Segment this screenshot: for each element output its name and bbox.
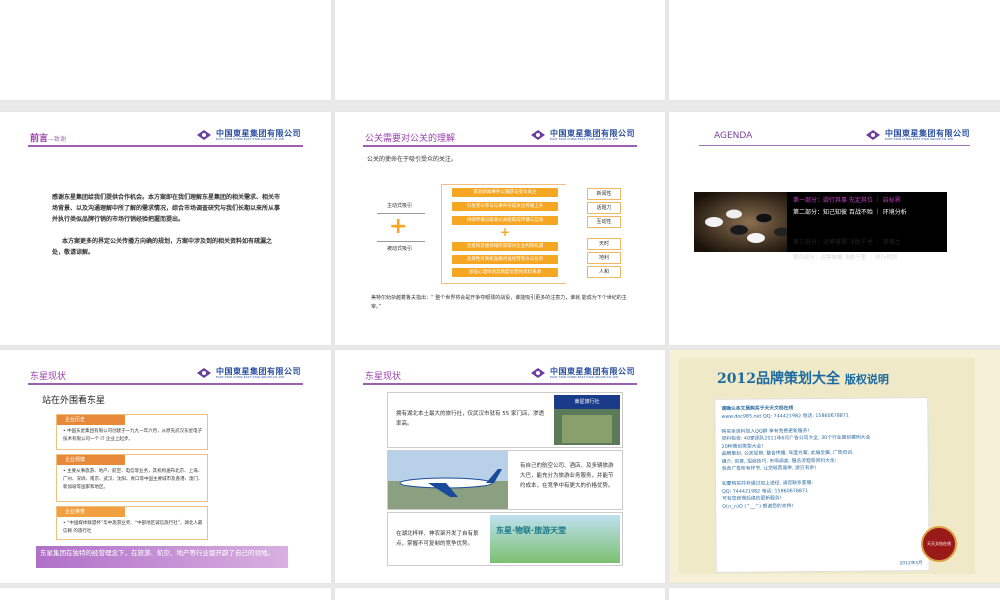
slide-copyright[interactable]: 2012品牌策划大全 版权说明 请确认本文是购买于天天文档在线 www.doc9…: [669, 350, 1000, 583]
honor-label: 企业荣誉: [57, 507, 125, 517]
star-logo-icon: [866, 130, 880, 140]
passive-attraction-label: 被动式吸引: [387, 246, 413, 252]
logo-subtext: EAST STAR CHINA EAST STAR GROUP CO.,LTD: [216, 136, 285, 141]
slide-status-overview[interactable]: 东星现状 中国東星集团有限公司 EAST STAR CHINA EAST STAR…: [0, 350, 331, 583]
logo-subtext: EAST STAR CHINA EAST STAR GROUP CO.,LTD: [216, 374, 285, 379]
attribute-box: 新闻性: [587, 188, 621, 200]
summary-banner-text: 东星集团在独特的经营理念下，在旅游、航空、地产等行业都开辟了自己的领地。: [40, 549, 274, 557]
header-divider: [363, 383, 637, 385]
advantage-row-1: 拥有湖北本土最大的旅行社，仅武汉市就有 55 家门店，渗透率高。 東星旅行社: [387, 392, 623, 448]
header-divider: [363, 145, 637, 147]
plus-icon: +: [389, 214, 408, 239]
company-logo: 中国東星集团有限公司 EAST STAR CHINA EAST STAR GROU…: [530, 367, 635, 379]
advantage-text-1: 拥有湖北本土最大的旅行社，仅武汉市就有 55 家门店，渗透率高。: [396, 411, 544, 427]
agenda-item-1[interactable]: 第一部分：欲行其事 先定其位 ｜ 启标界: [793, 195, 901, 204]
slide-title: AGENDA: [714, 131, 753, 141]
header-divider: [28, 145, 303, 147]
company-logo: 中国東星集团有限公司 EAST STAR CHINA EAST STAR GROU…: [530, 129, 635, 141]
advantage-row-3: 在湖北梓祥、神农架开发了自有景点，掌握不可复制的竞争优势。 东星·物联·旅游天堂: [387, 512, 623, 566]
advantage-row-2: 有自己的航空公司、酒店、及多辆旅游大巴，能充分为旅游业务服务，并能节约成本，在竞…: [387, 450, 623, 510]
section-heading: 站在外围看东星: [42, 396, 106, 406]
strategy-box: 引发受众参与与事件形成关注传播上升: [452, 202, 558, 211]
advantage-text-2: 有自己的航空公司、酒店、及多辆旅游大巴，能充分为旅游业务服务，并能节约成本，在竞…: [520, 463, 614, 489]
slide-bottom-middle[interactable]: [335, 588, 665, 600]
history-label: 企业历史: [57, 415, 125, 425]
slide-preface[interactable]: 前言—致谢 中国東星集团有限公司 EAST STAR CHINA EAST STA…: [0, 112, 331, 345]
theme-park-photo: 东星·物联·旅游天堂: [490, 515, 620, 563]
attribute-box: 人和: [587, 266, 621, 278]
slide-bottom-right[interactable]: [669, 588, 1000, 600]
company-logo: 中国東星集团有限公司 EAST STAR CHINA EAST STAR GROU…: [865, 129, 970, 141]
honor-block: 企业荣誉 • “中国媒体联盟杯”华中旅游业奖、“中部地区诚信旅行社”，湖北人最信…: [56, 506, 208, 540]
attribute-box: 天时: [587, 238, 621, 250]
preface-paragraph-2: 本方案更多的界定公关传播方向确的规划，方案中涉及到的相关资料如有疏漏之处，敬请谅…: [52, 238, 273, 256]
header-divider: [28, 383, 303, 385]
logo-subtext: EAST STAR CHINA EAST STAR GROUP CO.,LTD: [550, 374, 619, 379]
store-photo: 東星旅行社: [554, 395, 620, 445]
company-logo: 中国東星集团有限公司 EAST STAR CHINA EAST STAR GROU…: [196, 129, 301, 141]
airplane-photo: [388, 451, 508, 509]
agenda-item-3[interactable]: 第三部分：运筹帷幄 决胜千里 ｜ 策略之: [793, 237, 943, 246]
torn-paper-note: 请确认本文是购买于天天文档在线 www.doc985.net QQ: 74442…: [714, 397, 930, 573]
notice-line: O(∩_∩)O (^__^) 感谢您的支持!: [722, 503, 794, 510]
slide-status-advantages[interactable]: 东星现状 中国東星集团有限公司 EAST STAR CHINA EAST STAR…: [335, 350, 665, 583]
slide-top-right[interactable]: [669, 0, 1000, 100]
notice-title: 2012品牌策划大全 版权说明: [717, 371, 889, 387]
attribute-box: 地利: [587, 252, 621, 264]
notice-date: 2012年5月: [899, 561, 923, 567]
slide-pr-understanding[interactable]: 公关需要对公关的理解 中国東星集团有限公司 EAST STAR CHINA EAS…: [335, 112, 665, 345]
company-logo: 中国東星集团有限公司 EAST STAR CHINA EAST STAR GROU…: [196, 367, 301, 379]
pr-intro: 公关的使命在于吸引受众的关注。: [367, 156, 458, 163]
slide-title: 东星现状: [365, 372, 402, 382]
preface-paragraph-1: 感谢东星集团给我们提供合作机会。本方案即在我们理解东星集团的相关需求、相关市场背…: [52, 194, 281, 223]
strategy-box: 策划新闻事件以捕获与受众关注: [452, 188, 558, 197]
slide-top-left[interactable]: [0, 0, 331, 100]
notice-lines: 请确认本文是购买于天天文档在线 www.doc985.net QQ: 74442…: [721, 404, 922, 511]
history-block: 企业历史 • 中国东星集团有限公司创建于一九九一年六月，从原先武汉东星电子技术有…: [56, 414, 208, 450]
header-divider: [699, 145, 970, 146]
logo-subtext: EAST STAR CHINA EAST STAR GROUP CO.,LTD: [550, 136, 619, 141]
stamp-seal-icon: 天天文档在线: [921, 526, 957, 562]
strategy-box: 加强心理体验及精度化营的资料来源: [452, 268, 558, 277]
scale-block: 企业规模 • 主要从事旅游、地产、航空、电信等业务，其机构遍布北京、上海、广州、…: [56, 454, 208, 502]
star-logo-icon: [197, 368, 211, 378]
attribute-box: 话题力: [587, 202, 621, 214]
honor-text: • “中国媒体联盟杯”华中旅游业奖、“中部地区诚信旅行社”，湖北人最信赖 的旅行…: [63, 521, 203, 534]
strategy-box: 持续传播与吸收公关吸取成传播与互动: [452, 216, 558, 225]
slide-title: 公关需要对公关的理解: [365, 134, 456, 144]
agenda-item-4[interactable]: 第四部分：运筹帷幄 决胜千里 ｜ 执行规划: [793, 253, 943, 264]
strategy-box: 选择性有商机准确对准经营受众与任务: [452, 255, 558, 264]
scale-text: • 主要从事旅游、地产、航空、电信等业务，其机构遍布北京、上海、广州、深圳、南京…: [63, 469, 203, 490]
agenda-item-2[interactable]: 第二部分：知己知彼 百战不殆 ｜ 环境分析: [793, 207, 943, 218]
plus-icon: +: [500, 225, 511, 239]
history-text: • 中国东星集团有限公司创建于一九九一年六月，从原先武汉东星电子技术有限公司一个…: [63, 429, 203, 442]
star-logo-icon: [531, 368, 545, 378]
summary-banner: 东星集团在独特的经营理念下，在旅游、航空、地产等行业都开辟了自己的领地。: [36, 546, 288, 568]
active-attraction-label: 主动式吸引: [387, 203, 413, 209]
attribute-box: 互动性: [587, 216, 621, 228]
divider-line: [377, 241, 425, 242]
strategy-box: 连接和思维领域所获取对企业利销机遇: [452, 242, 558, 251]
slide-agenda[interactable]: AGENDA 中国東星集团有限公司 EAST STAR CHINA EAST ST…: [669, 112, 1000, 345]
slide-title: 前言—致谢: [30, 134, 67, 144]
park-sign: 东星·物联·旅游天堂: [496, 526, 567, 535]
star-logo-icon: [197, 130, 211, 140]
star-logo-icon: [531, 130, 545, 140]
slide-title: 东星现状: [30, 372, 67, 382]
scale-label: 企业规模: [57, 455, 125, 465]
logo-subtext: EAST STAR CHINA EAST STAR GROUP CO.,LTD: [885, 136, 954, 141]
slide-top-middle[interactable]: [335, 0, 665, 100]
quote-text: 美特尔劝杂越着鲁夫指出：“ 整个世界将会是开争夺眼球的战役，谁能吸引更多的注意力…: [371, 295, 627, 310]
advantage-text-3: 在湖北梓祥、神农架开发了自有景点，掌握不可复制的竞争优势。: [396, 531, 479, 547]
storefront: [562, 415, 612, 443]
slide-bottom-left[interactable]: [0, 588, 331, 600]
store-sign: 東星旅行社: [554, 395, 620, 409]
